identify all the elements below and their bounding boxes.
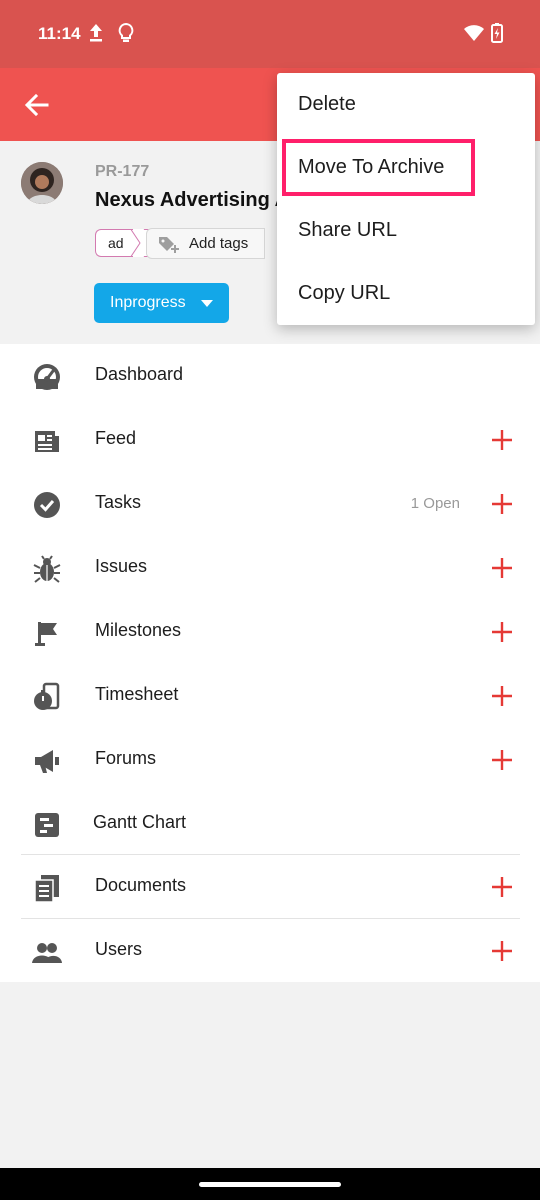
overflow-menu: Delete Move To Archive Share URL Copy UR… <box>277 73 535 325</box>
lightbulb-icon <box>118 22 134 42</box>
wifi-icon <box>464 25 484 41</box>
upload-icon <box>90 24 102 42</box>
module-label: Gantt Chart <box>93 812 187 832</box>
module-list: Dashboard Feed Tasks 1 Open Issues Miles… <box>0 344 540 982</box>
open-count: 1 Open <box>410 495 460 512</box>
status-bar: 11:14 <box>0 0 540 68</box>
menu-item-move-to-archive[interactable]: Move To Archive <box>277 136 535 199</box>
add-timesheet-plus-icon[interactable] <box>490 684 514 708</box>
module-row-dashboard[interactable]: Dashboard <box>0 344 540 408</box>
module-label: Users <box>95 939 143 959</box>
status-time: 11:14 <box>38 24 81 43</box>
add-tags-button[interactable]: Add tags <box>146 228 266 259</box>
module-row-issues[interactable]: Issues <box>0 536 540 600</box>
stopwatch-icon <box>34 682 60 710</box>
module-label: Tasks <box>95 492 142 512</box>
add-tag-icon <box>159 237 179 253</box>
module-row-gantt-chart[interactable]: Gantt Chart <box>0 792 540 856</box>
status-dropdown[interactable]: Inprogress <box>94 283 229 323</box>
module-row-users[interactable]: Users <box>0 919 540 983</box>
menu-item-share-url[interactable]: Share URL <box>277 199 535 262</box>
add-user-plus-icon[interactable] <box>490 939 514 963</box>
status-label: Inprogress <box>110 294 186 311</box>
system-nav-bar <box>0 1168 540 1200</box>
add-milestone-plus-icon[interactable] <box>490 620 514 644</box>
caret-down-icon <box>201 300 213 307</box>
project-id: PR-177 <box>95 163 150 180</box>
module-label: Timesheet <box>95 684 179 704</box>
module-label: Forums <box>95 748 157 768</box>
avatar[interactable] <box>21 162 63 204</box>
home-gesture-pill[interactable] <box>199 1182 341 1187</box>
menu-item-copy-url[interactable]: Copy URL <box>277 262 535 325</box>
add-feed-plus-icon[interactable] <box>490 428 514 452</box>
megaphone-icon <box>35 750 59 773</box>
back-arrow-icon[interactable] <box>22 90 52 120</box>
add-task-plus-icon[interactable] <box>490 492 514 516</box>
add-issue-plus-icon[interactable] <box>490 556 514 580</box>
tag-chip[interactable]: ad <box>95 229 152 257</box>
documents-icon <box>34 875 59 903</box>
add-forum-plus-icon[interactable] <box>490 748 514 772</box>
module-label: Dashboard <box>95 364 184 384</box>
battery-charging-icon <box>491 23 503 43</box>
module-row-timesheet[interactable]: Timesheet <box>0 664 540 728</box>
module-row-feed[interactable]: Feed <box>0 408 540 472</box>
module-label: Milestones <box>95 620 182 640</box>
module-label: Documents <box>95 875 187 895</box>
avatar-image <box>21 162 63 204</box>
module-label: Feed <box>95 428 137 448</box>
newspaper-icon <box>35 431 59 452</box>
menu-item-delete[interactable]: Delete <box>277 73 535 136</box>
project-title: Nexus Advertising A <box>95 189 290 211</box>
speedometer-icon <box>34 364 60 390</box>
gantt-icon <box>35 813 59 837</box>
check-circle-icon <box>34 492 60 518</box>
flag-icon <box>35 622 57 646</box>
users-icon <box>32 943 62 963</box>
add-document-plus-icon[interactable] <box>490 875 514 899</box>
add-tags-label: Add tags <box>189 235 249 252</box>
tag-chip-edge <box>127 229 141 257</box>
module-label: Issues <box>95 556 148 576</box>
module-row-tasks[interactable]: Tasks 1 Open <box>0 472 540 536</box>
module-row-forums[interactable]: Forums <box>0 728 540 792</box>
module-row-milestones[interactable]: Milestones <box>0 600 540 664</box>
module-row-documents[interactable]: Documents <box>0 855 540 919</box>
bug-icon <box>33 555 61 583</box>
